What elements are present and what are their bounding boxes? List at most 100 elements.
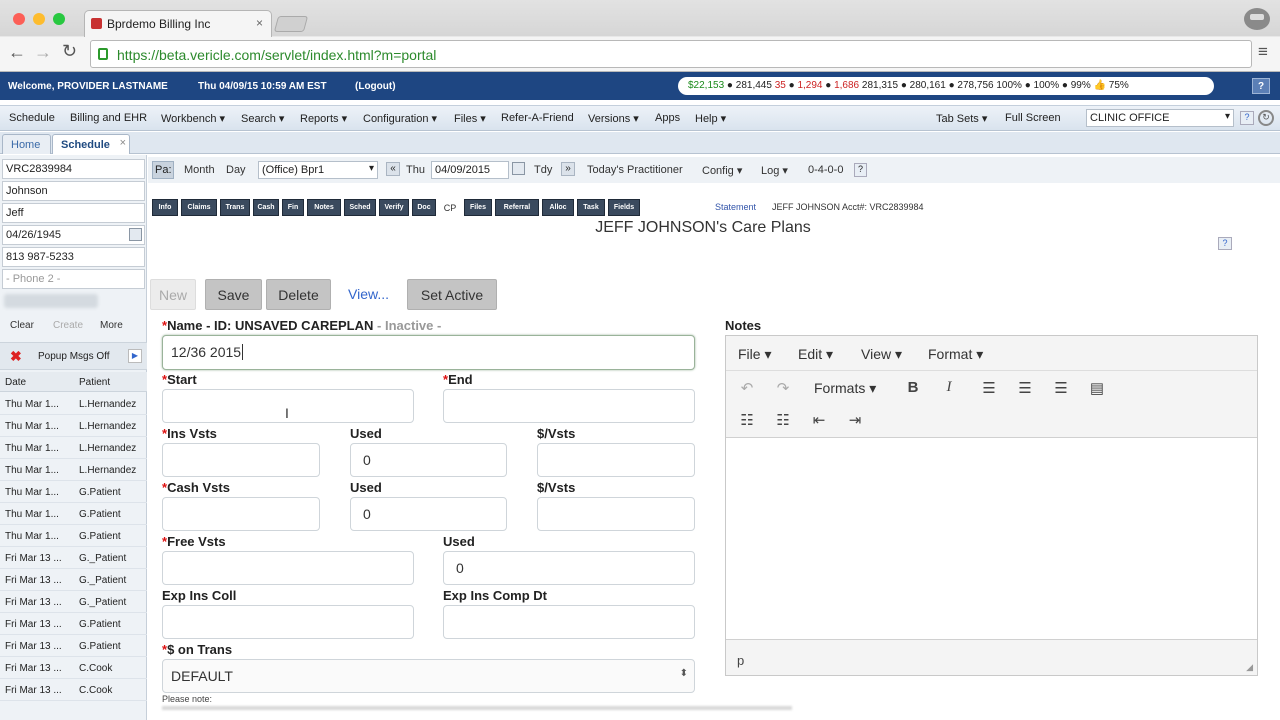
nav-button-fields[interactable]: Fields: [608, 199, 640, 216]
table-row[interactable]: Thu Mar 1... L.Hernandez: [0, 393, 147, 415]
editor-menu-file[interactable]: File ▾: [738, 346, 771, 363]
help-icon[interactable]: ?: [1240, 111, 1254, 125]
first-name-field[interactable]: Jeff: [2, 203, 145, 223]
more-link[interactable]: More: [100, 320, 123, 331]
editor-menu-view[interactable]: View ▾: [861, 346, 902, 363]
cash-used-input[interactable]: 0: [350, 497, 507, 531]
browser-menu-icon[interactable]: ≡: [1258, 42, 1268, 62]
next-date-button[interactable]: »: [561, 162, 575, 176]
menu-apps[interactable]: Apps: [655, 112, 680, 124]
browser-tab[interactable]: Bprdemo Billing Inc ×: [84, 10, 272, 37]
help-icon[interactable]: ?: [1252, 78, 1270, 94]
create-link[interactable]: Create: [53, 320, 83, 331]
back-arrow-icon[interactable]: ←: [8, 42, 26, 63]
view-link[interactable]: View...: [348, 286, 389, 302]
table-row[interactable]: Fri Mar 13 ... G._Patient: [0, 547, 147, 569]
editor-menu-format[interactable]: Format ▾: [928, 346, 983, 363]
cash-svsts-input[interactable]: [537, 497, 695, 531]
new-button[interactable]: New: [150, 279, 196, 310]
menu-full-screen[interactable]: Full Screen: [1005, 112, 1061, 124]
table-row[interactable]: Fri Mar 13 ... C.Cook: [0, 657, 147, 679]
month-button[interactable]: Month: [184, 164, 215, 176]
forward-arrow-icon[interactable]: →: [34, 42, 52, 63]
table-row[interactable]: Fri Mar 13 ... G._Patient: [0, 591, 147, 613]
close-tab-icon[interactable]: ×: [120, 137, 126, 149]
help-icon[interactable]: ?: [1218, 237, 1232, 250]
menu-reports[interactable]: Reports ▾: [300, 112, 347, 125]
last-name-field[interactable]: Johnson: [2, 181, 145, 201]
config-menu[interactable]: Config ▾: [702, 164, 742, 177]
today-button[interactable]: Tdy: [534, 164, 552, 176]
careplan-name-input[interactable]: 12/36 2015: [162, 335, 695, 370]
nav-button-trans[interactable]: Trans: [220, 199, 250, 216]
nav-button-cash[interactable]: Cash: [253, 199, 279, 216]
table-row[interactable]: Thu Mar 1... G.Patient: [0, 525, 147, 547]
italic-icon[interactable]: I: [934, 374, 964, 402]
phone-field[interactable]: 813 987-5233: [2, 247, 145, 267]
table-row[interactable]: Thu Mar 1... G.Patient: [0, 503, 147, 525]
menu-tab-sets[interactable]: Tab Sets ▾: [936, 112, 987, 125]
menu-configuration[interactable]: Configuration ▾: [363, 112, 437, 125]
bold-icon[interactable]: B: [898, 374, 928, 402]
menu-versions[interactable]: Versions ▾: [588, 112, 639, 125]
calendar-icon[interactable]: [129, 228, 142, 241]
table-row[interactable]: Thu Mar 1... L.Hernandez: [0, 437, 147, 459]
nav-button-info[interactable]: Info: [152, 199, 178, 216]
table-row[interactable]: Thu Mar 1... L.Hernandez: [0, 459, 147, 481]
editor-content-area[interactable]: [726, 439, 1257, 639]
table-row[interactable]: Thu Mar 1... L.Hernandez: [0, 415, 147, 437]
tab-home[interactable]: Home: [2, 134, 52, 154]
resize-handle-icon[interactable]: ◢: [1246, 662, 1253, 673]
nav-button-verify[interactable]: Verify: [379, 199, 409, 216]
bullet-list-icon[interactable]: ☷: [732, 406, 762, 434]
menu-billing-ehr[interactable]: Billing and EHR: [70, 112, 147, 124]
set-active-button[interactable]: Set Active: [407, 279, 497, 310]
phone2-field[interactable]: - Phone 2 -: [2, 269, 145, 289]
refresh-icon[interactable]: ↻: [1258, 110, 1274, 126]
outdent-icon[interactable]: ⇤: [804, 406, 834, 434]
exp-ins-comp-input[interactable]: [443, 605, 695, 639]
new-tab-button[interactable]: [273, 16, 309, 32]
menu-workbench[interactable]: Workbench ▾: [161, 112, 225, 125]
nav-button-alloc[interactable]: Alloc: [542, 199, 574, 216]
trans-select[interactable]: DEFAULT ⬍: [162, 659, 695, 693]
table-row[interactable]: Fri Mar 13 ... C.Cook: [0, 679, 147, 701]
indent-icon[interactable]: ⇥: [840, 406, 870, 434]
todays-practitioner-button[interactable]: Today's Practitioner: [587, 164, 683, 176]
ins-used-input[interactable]: 0: [350, 443, 507, 477]
align-justify-icon[interactable]: ▤: [1082, 374, 1112, 402]
play-icon[interactable]: ▶: [128, 349, 142, 363]
menu-schedule[interactable]: Schedule: [9, 112, 55, 124]
table-row[interactable]: Fri Mar 13 ... G._Patient: [0, 569, 147, 591]
free-used-input[interactable]: 0: [443, 551, 695, 585]
patient-id-field[interactable]: VRC2839984: [2, 159, 145, 179]
formats-dropdown[interactable]: Formats ▾: [806, 374, 886, 402]
undo-icon[interactable]: ↶: [732, 374, 762, 402]
nav-button-files[interactable]: Files: [464, 199, 492, 216]
nav-button-sched[interactable]: Sched: [344, 199, 376, 216]
address-bar[interactable]: https://beta.vericle.com/servlet/index.h…: [90, 40, 1252, 68]
minimize-window-icon[interactable]: [33, 13, 45, 25]
align-center-icon[interactable]: ☰: [1010, 374, 1040, 402]
maximize-window-icon[interactable]: [53, 13, 65, 25]
user-profile-icon[interactable]: [1244, 8, 1270, 30]
log-menu[interactable]: Log ▾: [761, 164, 788, 177]
nav-button-notes[interactable]: Notes: [307, 199, 341, 216]
tab-schedule[interactable]: Schedule ×: [52, 134, 130, 154]
menu-help[interactable]: Help ▾: [695, 112, 726, 125]
dob-field[interactable]: 04/26/1945: [2, 225, 145, 245]
statement-link[interactable]: Statement: [715, 202, 756, 212]
menu-refer-a-friend[interactable]: Refer-A-Friend: [501, 112, 574, 124]
logout-link[interactable]: (Logout): [355, 81, 396, 92]
free-vsts-input[interactable]: [162, 551, 414, 585]
table-row[interactable]: Fri Mar 13 ... G.Patient: [0, 635, 147, 657]
office-select[interactable]: CLINIC OFFICE ▾: [1086, 109, 1234, 127]
day-button[interactable]: Day: [226, 164, 246, 176]
pa-button[interactable]: Pa:: [152, 161, 174, 179]
table-row[interactable]: Fri Mar 13 ... G.Patient: [0, 613, 147, 635]
editor-menu-edit[interactable]: Edit ▾: [798, 346, 833, 363]
exp-ins-coll-input[interactable]: [162, 605, 414, 639]
table-row[interactable]: Thu Mar 1... G.Patient: [0, 481, 147, 503]
close-tab-icon[interactable]: ×: [256, 16, 263, 30]
help-icon[interactable]: ?: [854, 163, 867, 177]
